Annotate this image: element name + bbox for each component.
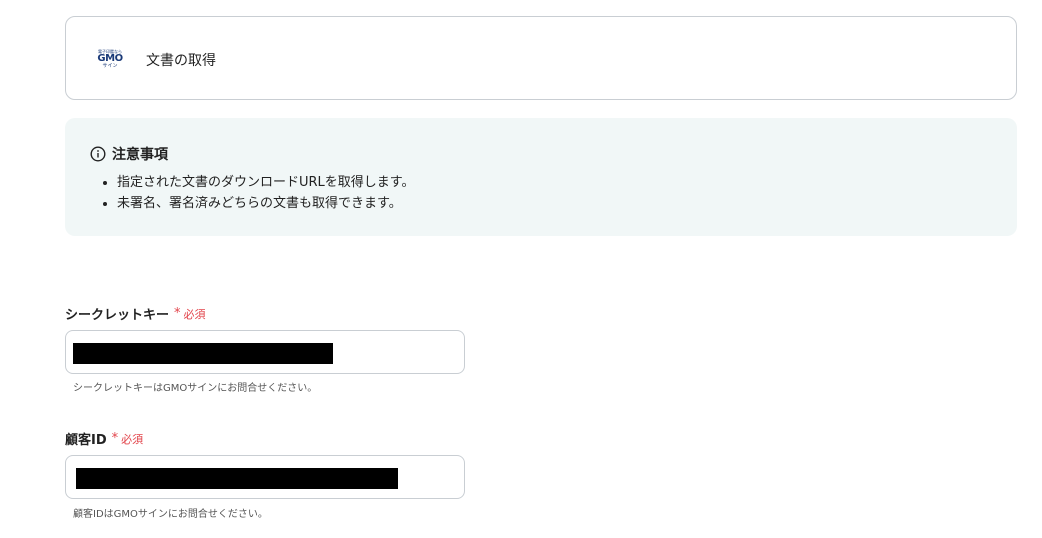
redacted-value <box>73 343 333 364</box>
notice-box: 注意事項 指定された文書のダウンロードURLを取得します。 未署名、署名済みどち… <box>65 118 1017 236</box>
logo-subtext: サイン <box>102 62 118 69</box>
secret-key-help: シークレットキーはGMOサインにお問合せください。 <box>73 383 318 394</box>
secret-key-label: シークレットキー * 必須 <box>65 304 206 323</box>
required-badge: 必須 <box>121 432 144 446</box>
action-title: 文書の取得 <box>146 53 216 69</box>
gmo-sign-logo: 電子印鑑なら GMO サイン <box>93 48 127 70</box>
customer-id-help: 顧客IDはGMOサインにお問合せください。 <box>73 509 268 520</box>
required-asterisk: * <box>111 431 119 446</box>
required-badge: 必須 <box>183 307 206 321</box>
customer-id-label: 顧客ID * 必須 <box>65 429 143 448</box>
logo-brand: GMO <box>97 52 123 64</box>
secret-key-label-text: シークレットキー <box>65 308 170 323</box>
required-asterisk: * <box>174 306 181 321</box>
notice-title: 注意事項 <box>112 147 168 163</box>
notice-item: 指定された文書のダウンロードURLを取得します。 <box>117 172 415 193</box>
notice-item: 未署名、署名済みどちらの文書も取得できます。 <box>117 193 415 214</box>
customer-id-input[interactable] <box>65 455 465 499</box>
redacted-value <box>76 468 398 489</box>
notice-header: 注意事項 <box>90 144 168 164</box>
notice-list: 指定された文書のダウンロードURLを取得します。 未署名、署名済みどちらの文書も… <box>101 172 415 214</box>
action-card[interactable]: 電子印鑑なら GMO サイン 文書の取得 <box>65 16 1017 100</box>
customer-id-label-text: 顧客ID <box>65 433 107 448</box>
secret-key-input[interactable] <box>65 330 465 374</box>
info-icon <box>90 146 106 162</box>
